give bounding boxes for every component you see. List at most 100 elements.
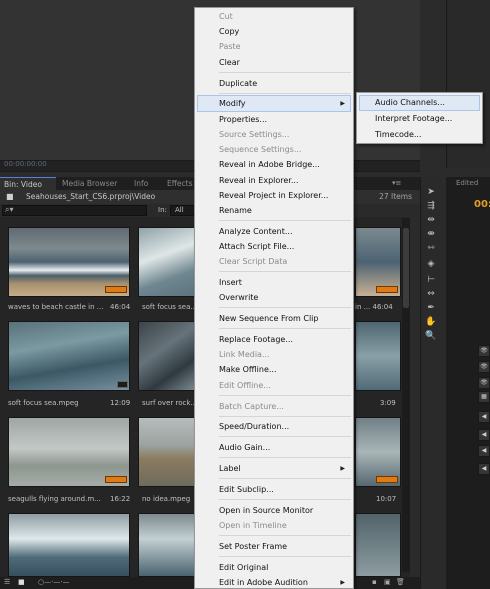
menu-item-open-source-monitor[interactable]: Open in Source Monitor bbox=[219, 506, 313, 515]
monitor-timecode: 00:00:00:00 bbox=[4, 160, 47, 168]
premiere-window: 00:00:00:00 Bin: Video Media Browser Inf… bbox=[0, 0, 490, 589]
menu-item-replace-footage[interactable]: Replace Footage... bbox=[219, 335, 293, 344]
clip-thumbnail[interactable] bbox=[355, 513, 401, 577]
timeline-tab[interactable]: Edited bbox=[456, 179, 478, 187]
rolling-edit-tool-icon[interactable]: ⇼ bbox=[425, 229, 437, 239]
submenu-item-audio-channels[interactable]: Audio Channels... bbox=[375, 98, 445, 107]
menu-separator bbox=[219, 499, 351, 500]
menu-item-reveal-explorer[interactable]: Reveal in Explorer... bbox=[219, 176, 298, 185]
clip-thumbnail[interactable] bbox=[355, 321, 401, 391]
clip-thumbnail[interactable] bbox=[355, 417, 401, 487]
clip-thumbnail[interactable] bbox=[8, 227, 130, 297]
new-bin-icon[interactable]: ▪ bbox=[372, 578, 377, 586]
panel-menu-icon[interactable]: ▾≡ bbox=[392, 179, 401, 187]
menu-separator bbox=[219, 457, 351, 458]
tools-panel: ➤ ⇶ ⇹ ⇼ ⇿ ◈ ⊢ ⇔ ✒ ✋ 🔍 bbox=[420, 177, 440, 589]
clip-thumbnail[interactable] bbox=[138, 227, 198, 297]
clip-thumbnail[interactable] bbox=[8, 417, 130, 487]
search-input[interactable]: ⌕▾ bbox=[2, 205, 147, 216]
menu-item-audio-gain[interactable]: Audio Gain... bbox=[219, 443, 270, 452]
tab-media-browser[interactable]: Media Browser bbox=[58, 177, 122, 190]
eye-icon[interactable]: 👁 bbox=[478, 361, 490, 373]
av-badge-icon bbox=[105, 476, 127, 483]
menu-item-reveal-project[interactable]: Reveal Project in Explorer... bbox=[219, 191, 328, 200]
eye-icon[interactable]: 👁 bbox=[478, 345, 490, 357]
menu-separator bbox=[219, 328, 351, 329]
menu-separator bbox=[219, 271, 351, 272]
ripple-edit-tool-icon[interactable]: ⇹ bbox=[425, 215, 437, 225]
search-in-label: In: bbox=[158, 206, 167, 214]
slip-tool-icon[interactable]: ⊢ bbox=[425, 275, 437, 285]
zoom-slider[interactable]: ○—·—·— bbox=[38, 578, 70, 586]
menu-item-properties[interactable]: Properties... bbox=[219, 115, 267, 124]
clip-thumbnail[interactable] bbox=[355, 227, 401, 297]
rate-stretch-tool-icon[interactable]: ⇿ bbox=[425, 243, 437, 253]
clip-duration: in ... 46:04 bbox=[355, 303, 393, 311]
trash-icon[interactable]: 🗑 bbox=[396, 578, 405, 586]
clip-thumbnail[interactable] bbox=[8, 321, 130, 391]
menu-item-paste[interactable]: Paste bbox=[219, 42, 241, 51]
menu-item-insert[interactable]: Insert bbox=[219, 278, 242, 287]
menu-item-make-offline[interactable]: Make Offline... bbox=[219, 365, 277, 374]
track-select-tool-icon[interactable]: ⇶ bbox=[425, 201, 437, 211]
submenu-item-interpret-footage[interactable]: Interpret Footage... bbox=[375, 114, 452, 123]
razor-tool-icon[interactable]: ◈ bbox=[425, 259, 437, 269]
menu-item-edit-audition[interactable]: Edit in Adobe Audition bbox=[219, 578, 308, 587]
speaker-icon[interactable]: ◀ bbox=[478, 445, 490, 457]
menu-separator bbox=[219, 395, 351, 396]
timeline-timecode: 00: bbox=[474, 199, 490, 210]
menu-item-analyze-content[interactable]: Analyze Content... bbox=[219, 227, 293, 236]
grid-scrollbar-thumb[interactable] bbox=[403, 228, 409, 308]
icon-view-icon[interactable]: ■ bbox=[18, 578, 25, 586]
clip-duration: 12:09 bbox=[110, 399, 131, 407]
menu-item-source-settings[interactable]: Source Settings... bbox=[219, 130, 289, 139]
search-icon: ⌕▾ bbox=[5, 205, 14, 214]
new-item-icon[interactable]: ▣ bbox=[384, 578, 391, 586]
grid-scrollbar[interactable] bbox=[402, 218, 410, 572]
menu-item-attach-script[interactable]: Attach Script File... bbox=[219, 242, 294, 251]
menu-item-open-timeline[interactable]: Open in Timeline bbox=[219, 521, 287, 530]
menu-item-clear[interactable]: Clear bbox=[219, 58, 240, 67]
timeline-panel: Edited 00: 👁 👁 👁 ▦ ◀ ◀ ◀ ◀ bbox=[446, 177, 490, 589]
menu-item-modify[interactable]: Modify bbox=[219, 99, 246, 108]
tab-bin-video[interactable]: Bin: Video bbox=[0, 177, 56, 190]
clip-thumbnail[interactable] bbox=[138, 321, 198, 391]
speaker-icon[interactable]: ◀ bbox=[478, 463, 490, 475]
pen-tool-icon[interactable]: ✒ bbox=[425, 303, 437, 313]
menu-item-label[interactable]: Label bbox=[219, 464, 241, 473]
speaker-icon[interactable]: ◀ bbox=[478, 429, 490, 441]
menu-item-duplicate[interactable]: Duplicate bbox=[219, 79, 257, 88]
menu-separator bbox=[219, 93, 351, 94]
eye-icon[interactable]: 👁 bbox=[478, 377, 490, 389]
context-menu: Cut Copy Paste Clear Duplicate Modify ▶ … bbox=[194, 7, 354, 589]
menu-item-edit-subclip[interactable]: Edit Subclip... bbox=[219, 485, 274, 494]
clip-thumbnail[interactable] bbox=[138, 417, 198, 487]
menu-item-cut[interactable]: Cut bbox=[219, 12, 233, 21]
hand-tool-icon[interactable]: ✋ bbox=[425, 317, 437, 327]
menu-item-clear-script[interactable]: Clear Script Data bbox=[219, 257, 287, 266]
list-view-icon[interactable]: ☰ bbox=[4, 578, 10, 586]
track-icon[interactable]: ▦ bbox=[478, 391, 490, 403]
speaker-icon[interactable]: ◀ bbox=[478, 411, 490, 423]
clip-duration: 46:04 bbox=[110, 303, 131, 311]
menu-item-speed-duration[interactable]: Speed/Duration... bbox=[219, 422, 289, 431]
menu-item-edit-original[interactable]: Edit Original bbox=[219, 563, 268, 572]
tab-info[interactable]: Info bbox=[130, 177, 156, 190]
menu-item-set-poster-frame[interactable]: Set Poster Frame bbox=[219, 542, 287, 551]
submenu-item-timecode[interactable]: Timecode... bbox=[375, 130, 422, 139]
menu-item-batch-capture[interactable]: Batch Capture... bbox=[219, 402, 284, 411]
menu-item-sequence-settings[interactable]: Sequence Settings... bbox=[219, 145, 301, 154]
slide-tool-icon[interactable]: ⇔ bbox=[425, 289, 437, 299]
menu-item-rename[interactable]: Rename bbox=[219, 206, 252, 215]
selection-tool-icon[interactable]: ➤ bbox=[425, 187, 437, 197]
menu-item-copy[interactable]: Copy bbox=[219, 27, 239, 36]
clip-thumbnail[interactable] bbox=[8, 513, 130, 577]
menu-item-reveal-bridge[interactable]: Reveal in Adobe Bridge... bbox=[219, 160, 320, 169]
clip-name: soft focus sea... bbox=[142, 303, 198, 311]
zoom-tool-icon[interactable]: 🔍 bbox=[425, 331, 437, 341]
menu-item-overwrite[interactable]: Overwrite bbox=[219, 293, 258, 302]
clip-thumbnail[interactable] bbox=[138, 513, 198, 577]
menu-item-new-sequence[interactable]: New Sequence From Clip bbox=[219, 314, 318, 323]
menu-item-link-media[interactable]: Link Media... bbox=[219, 350, 270, 359]
menu-item-edit-offline[interactable]: Edit Offline... bbox=[219, 381, 271, 390]
